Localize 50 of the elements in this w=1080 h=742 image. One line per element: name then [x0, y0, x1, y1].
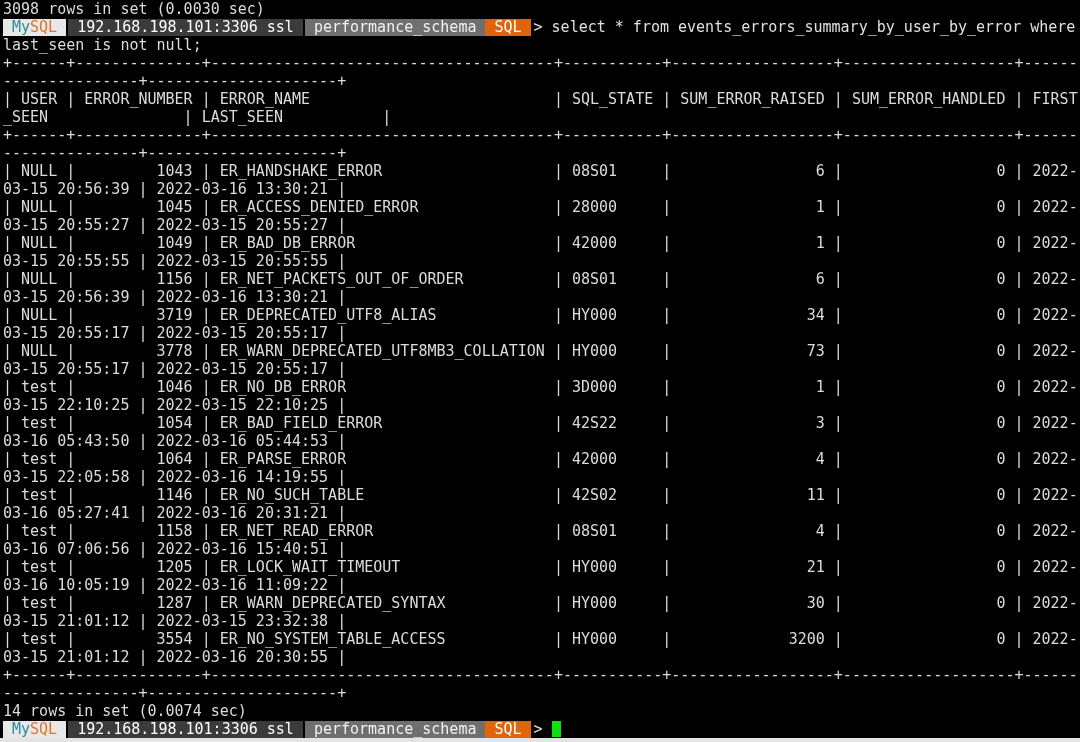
output-line: +------+--------------+--------------------------------------+-----------+------------------+-------------------+------	[3, 666, 1078, 684]
output-line: | NULL | 1043 | ER_HANDSHAKE_ERROR | 08S01 | 6 | 0 | 2022-	[3, 162, 1078, 180]
output-line: | test | 1158 | ER_NET_READ_ERROR | 08S01 | 4 | 0 | 2022-	[3, 522, 1078, 540]
output-line: 3098 rows in set (0.0030 sec)	[3, 0, 265, 18]
output-line: 03-15 20:55:55 | 2022-03-15 20:55:55 |	[3, 252, 347, 270]
output-line: | test | 1205 | ER_LOCK_WAIT_TIMEOUT | HY000 | 21 | 0 | 2022-	[3, 558, 1078, 576]
output-line: 14 rows in set (0.0074 sec)	[3, 702, 247, 720]
app-logo: MySQL	[3, 18, 67, 36]
host-label: 192.168.198.101:3306 ssl	[68, 18, 303, 36]
output-line: ---------------+---------------------+	[3, 72, 347, 90]
prompt-symbol: >	[533, 18, 543, 36]
output-line: | test | 1146 | ER_NO_SUCH_TABLE | 42S02 | 11 | 0 | 2022-	[3, 486, 1078, 504]
output-line: 03-16 10:05:19 | 2022-03-16 11:09:22 |	[3, 576, 347, 594]
output-line: 03-15 20:56:39 | 2022-03-16 13:30:21 |	[3, 288, 347, 306]
app-logo: MySQL	[3, 720, 67, 738]
output-line: | NULL | 1049 | ER_BAD_DB_ERROR | 42000 | 1 | 0 | 2022-	[3, 234, 1078, 252]
output-line: | NULL | 3719 | ER_DEPRECATED_UTF8_ALIAS | HY000 | 34 | 0 | 2022-	[3, 306, 1078, 324]
output-line: 03-16 07:06:56 | 2022-03-16 15:40:51 |	[3, 540, 347, 558]
output-line: 03-15 21:01:12 | 2022-03-15 23:32:38 |	[3, 612, 347, 630]
output-line: ---------------+---------------------+	[3, 684, 347, 702]
output-line: 03-15 20:55:27 | 2022-03-15 20:55:27 |	[3, 216, 347, 234]
output-line: 03-16 05:43:50 | 2022-03-16 05:44:53 |	[3, 432, 347, 450]
output-line: 03-15 21:01:12 | 2022-03-16 20:30:55 |	[3, 648, 347, 666]
output-line: ---------------+---------------------+	[3, 144, 347, 162]
output-line: | test | 3554 | ER_NO_SYSTEM_TABLE_ACCESS | HY000 | 3200 | 0 | 2022-	[3, 630, 1078, 648]
output-line: | NULL | 3778 | ER_WARN_DEPRECATED_UTF8MB3_COLLATION | HY000 | 73 | 0 | 2022-	[3, 342, 1078, 360]
output-line: _SEEN | LAST_SEEN |	[3, 108, 392, 126]
output-line: 03-16 05:27:41 | 2022-03-16 20:31:21 |	[3, 504, 347, 522]
output-line: | test | 1054 | ER_BAD_FIELD_ERROR | 42S22 | 3 | 0 | 2022-	[3, 414, 1078, 432]
output-line: | NULL | 1045 | ER_ACCESS_DENIED_ERROR | 28000 | 1 | 0 | 2022-	[3, 198, 1078, 216]
schema-label: performance_schema	[304, 18, 486, 36]
output-line: | test | 1064 | ER_PARSE_ERROR | 42000 | 4 | 0 | 2022-	[3, 450, 1078, 468]
output-line: 03-15 20:55:17 | 2022-03-15 20:55:17 |	[3, 360, 347, 378]
output-line: 03-15 20:55:17 | 2022-03-15 20:55:17 |	[3, 324, 347, 342]
prompt-symbol: >	[533, 720, 543, 738]
command-text: select * from events_errors_summary_by_user_by_error where	[551, 18, 1076, 36]
schema-label: performance_schema	[304, 720, 486, 738]
output-line: last_seen is not null;	[3, 36, 202, 54]
output-line: 03-15 22:10:25 | 2022-03-15 22:10:25 |	[3, 396, 347, 414]
host-label: 192.168.198.101:3306 ssl	[68, 720, 303, 738]
output-line: | test | 1046 | ER_NO_DB_ERROR | 3D000 | 1 | 0 | 2022-	[3, 378, 1078, 396]
output-line: | USER | ERROR_NUMBER | ERROR_NAME | SQL_STATE | SUM_ERROR_RAISED | SUM_ERROR_HANDLED | FIRST	[3, 90, 1078, 108]
output-line: | NULL | 1156 | ER_NET_PACKETS_OUT_OF_ORDER | 08S01 | 6 | 0 | 2022-	[3, 270, 1078, 288]
mode-badge: SQL	[485, 720, 531, 738]
output-line: 03-15 22:05:58 | 2022-03-16 14:19:55 |	[3, 468, 347, 486]
output-line: 03-15 20:56:39 | 2022-03-16 13:30:21 |	[3, 180, 347, 198]
output-line: +------+--------------+--------------------------------------+-----------+------------------+-------------------+------	[3, 126, 1078, 144]
output-line: | test | 1287 | ER_WARN_DEPRECATED_SYNTAX | HY000 | 30 | 0 | 2022-	[3, 594, 1078, 612]
mode-badge: SQL	[485, 18, 531, 36]
output-line: +------+--------------+--------------------------------------+-----------+------------------+-------------------+------	[3, 54, 1078, 72]
